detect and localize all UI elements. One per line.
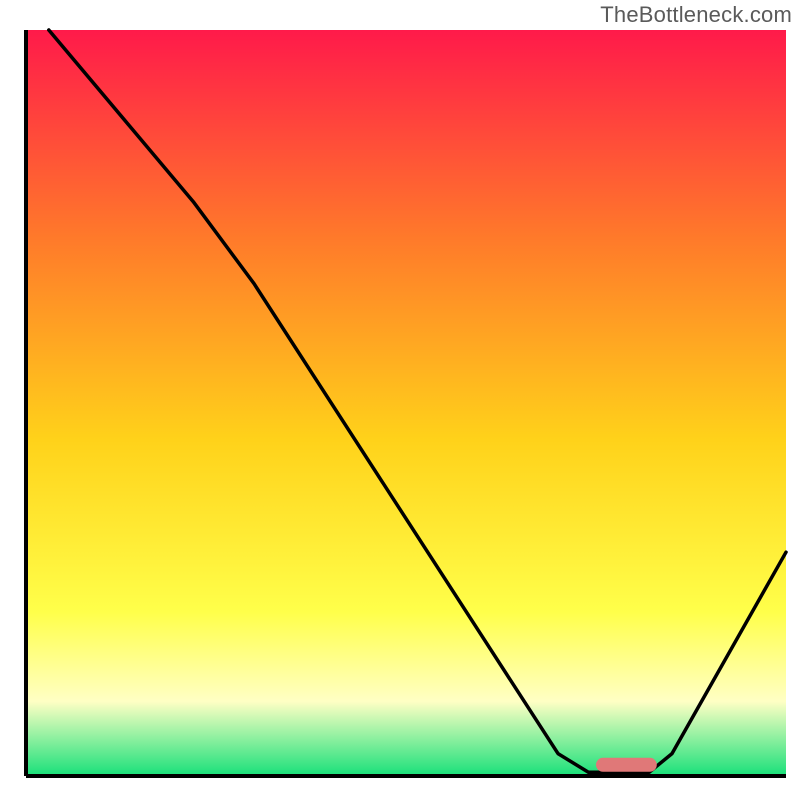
chart-frame: TheBottleneck.com [0, 0, 800, 800]
optimal-marker [596, 758, 657, 772]
bottleneck-chart [0, 0, 800, 800]
gradient-background [26, 30, 786, 776]
